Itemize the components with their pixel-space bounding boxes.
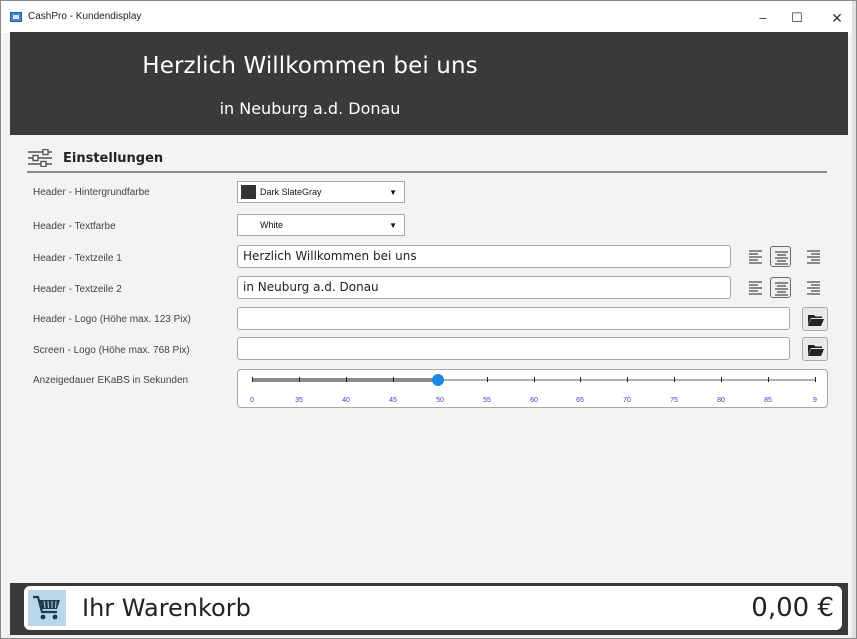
slider-tick-label: 80 bbox=[717, 397, 725, 404]
bg-color-swatch bbox=[241, 185, 256, 199]
slider-tick-label: 55 bbox=[483, 397, 491, 404]
line2-align-left-button[interactable] bbox=[745, 277, 766, 298]
bg-color-label: Header - Hintergrundfarbe bbox=[33, 187, 150, 198]
cart-bar: Ihr Warenkorb 0,00 € bbox=[24, 586, 842, 630]
line1-align-right-button[interactable] bbox=[803, 246, 824, 267]
slider-thumb[interactable] bbox=[432, 374, 444, 386]
line2-align-center-button[interactable] bbox=[770, 277, 791, 298]
settings-divider bbox=[27, 171, 827, 173]
text-color-label: Header - Textfarbe bbox=[33, 221, 116, 232]
slider-tick bbox=[487, 377, 488, 382]
settings-title: Einstellungen bbox=[63, 151, 164, 166]
align-right-icon bbox=[807, 250, 820, 264]
line1-align-center-button[interactable] bbox=[770, 246, 791, 267]
window-title: CashPro - Kundendisplay bbox=[28, 11, 142, 22]
header-line1: Herzlich Willkommen bei uns bbox=[142, 53, 478, 79]
align-right-icon bbox=[807, 281, 820, 295]
slider-tick bbox=[346, 377, 347, 382]
chevron-down-icon: ▼ bbox=[389, 188, 397, 197]
header-preview: Herzlich Willkommen bei uns in Neuburg a… bbox=[10, 32, 848, 135]
duration-slider[interactable]: 0 35 40 45 50 55 60 65 70 75 80 85 9 bbox=[237, 369, 828, 408]
slider-tick-label: 35 bbox=[295, 397, 303, 404]
slider-tick-label: 50 bbox=[436, 397, 444, 404]
screen-logo-input[interactable] bbox=[237, 337, 790, 360]
line1-input[interactable]: Herzlich Willkommen bei uns bbox=[237, 245, 731, 268]
align-center-icon bbox=[775, 251, 788, 265]
bg-color-select[interactable]: Dark SlateGray ▼ bbox=[237, 181, 405, 203]
slider-tick bbox=[534, 377, 535, 382]
header-logo-label: Header - Logo (Höhe max. 123 Pix) bbox=[33, 314, 191, 325]
header-line2: in Neuburg a.d. Donau bbox=[219, 99, 401, 118]
bg-color-value: Dark SlateGray bbox=[260, 187, 322, 197]
slider-tick-label: 85 bbox=[764, 397, 772, 404]
slider-tick-label: 45 bbox=[389, 397, 397, 404]
slider-tick-label: 0 bbox=[250, 397, 254, 404]
settings-sliders-icon bbox=[28, 149, 52, 167]
app-window: CashPro - Kundendisplay – ☐ ✕ Herzlich W… bbox=[0, 0, 857, 639]
slider-tick bbox=[252, 377, 253, 382]
slider-tick bbox=[627, 377, 628, 382]
text-color-select[interactable]: White ▼ bbox=[237, 214, 405, 236]
maximize-button[interactable]: ☐ bbox=[783, 7, 811, 29]
align-left-icon bbox=[749, 250, 762, 264]
slider-tick bbox=[815, 377, 816, 382]
line1-align-left-button[interactable] bbox=[745, 246, 766, 267]
close-button[interactable]: ✕ bbox=[823, 7, 851, 29]
cart-total: 0,00 € bbox=[751, 593, 834, 623]
line2-label: Header - Textzeile 2 bbox=[33, 284, 122, 295]
align-left-icon bbox=[749, 281, 762, 295]
slider-tick bbox=[393, 377, 394, 382]
cart-footer: Ihr Warenkorb 0,00 € bbox=[10, 583, 848, 635]
header-logo-input[interactable] bbox=[237, 307, 790, 330]
scrollbar[interactable] bbox=[852, 1, 856, 638]
slider-tick bbox=[580, 377, 581, 382]
duration-label: Anzeigedauer EKaBS in Sekunden bbox=[33, 375, 189, 386]
align-center-icon bbox=[775, 282, 788, 296]
app-icon bbox=[10, 12, 22, 22]
slider-tick-label: 40 bbox=[342, 397, 350, 404]
header-logo-browse-button[interactable] bbox=[802, 307, 828, 331]
screen-logo-label: Screen - Logo (Höhe max. 768 Pix) bbox=[33, 345, 190, 356]
slider-tick bbox=[768, 377, 769, 382]
line2-input[interactable]: in Neuburg a.d. Donau bbox=[237, 276, 731, 299]
line2-align-right-button[interactable] bbox=[803, 277, 824, 298]
slider-tick-label: 65 bbox=[576, 397, 584, 404]
minimize-button[interactable]: – bbox=[749, 7, 777, 29]
folder-open-icon bbox=[808, 345, 824, 356]
cart-icon-box bbox=[28, 590, 66, 626]
chevron-down-icon: ▼ bbox=[389, 221, 397, 230]
slider-tick bbox=[721, 377, 722, 382]
line1-label: Header - Textzeile 1 bbox=[33, 253, 122, 264]
title-bar: CashPro - Kundendisplay – ☐ ✕ bbox=[1, 1, 856, 33]
folder-open-icon bbox=[808, 315, 824, 326]
slider-tick bbox=[299, 377, 300, 382]
cart-label: Ihr Warenkorb bbox=[82, 594, 251, 622]
text-color-value: White bbox=[260, 220, 284, 230]
slider-tick bbox=[674, 377, 675, 382]
slider-tick-label: 9 bbox=[813, 397, 817, 404]
text-color-swatch bbox=[241, 218, 256, 232]
slider-tick-label: 60 bbox=[530, 397, 538, 404]
screen-logo-browse-button[interactable] bbox=[802, 337, 828, 361]
slider-tick-label: 75 bbox=[670, 397, 678, 404]
slider-tick-label: 70 bbox=[623, 397, 631, 404]
shopping-cart-icon bbox=[33, 595, 60, 620]
